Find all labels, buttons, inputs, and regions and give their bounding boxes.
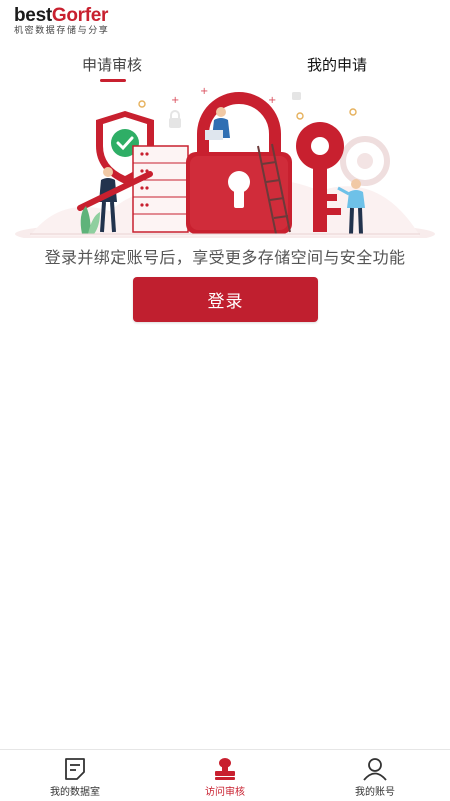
login-button[interactable]: 登录 bbox=[133, 277, 318, 322]
nav-label-my-account: 我的账号 bbox=[355, 787, 395, 798]
login-prompt-text: 登录并绑定账号后，享受更多存储空间与安全功能 bbox=[44, 248, 406, 267]
nav-item-access-review[interactable]: 访问审核 bbox=[150, 750, 300, 801]
stamp-icon bbox=[215, 758, 235, 780]
svg-text:+: + bbox=[268, 95, 276, 106]
nav-item-my-data-room[interactable]: 我的数据室 bbox=[0, 750, 150, 801]
brand-logo: bestGorfer 机密数据存储与分享 bbox=[14, 6, 109, 37]
nav-item-my-account[interactable]: 我的账号 bbox=[300, 750, 450, 801]
note-icon bbox=[65, 758, 85, 780]
person-icon bbox=[363, 758, 387, 781]
top-tabs: 申请审核 我的申请 bbox=[0, 54, 450, 84]
nav-label-my-data-room: 我的数据室 bbox=[50, 787, 100, 798]
security-lock-illustration: + + + bbox=[15, 86, 435, 238]
brand-name-prefix: best bbox=[14, 5, 52, 26]
brand-tagline: 机密数据存储与分享 bbox=[14, 26, 110, 36]
brand-name-suffix: Gorfer bbox=[51, 5, 109, 26]
svg-text:+: + bbox=[200, 86, 208, 97]
nav-label-access-review: 访问审核 bbox=[205, 787, 245, 798]
tab-review-applications[interactable]: 申请审核 bbox=[82, 54, 142, 75]
active-tab-indicator bbox=[100, 79, 126, 82]
brand-name: bestGorfer bbox=[14, 6, 109, 26]
svg-text:+: + bbox=[171, 95, 179, 106]
tab-my-applications[interactable]: 我的申请 bbox=[307, 54, 367, 75]
bottom-nav: 我的数据室 访问审核 我的账号 bbox=[0, 749, 450, 801]
